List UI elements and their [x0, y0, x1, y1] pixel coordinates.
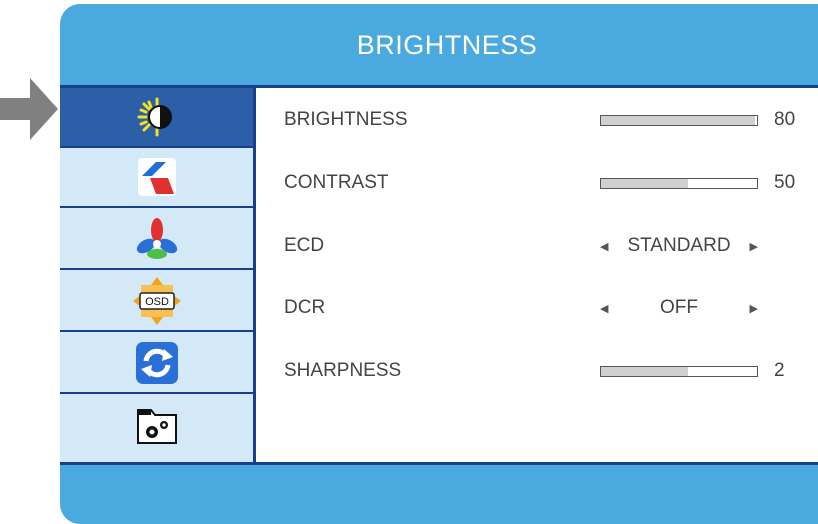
image-icon — [137, 158, 176, 196]
setting-label: DCR — [284, 297, 326, 318]
setting-value: 50 — [774, 172, 796, 193]
sidebar: OSD — [60, 88, 256, 462]
sidebar-item-osd[interactable]: OSD — [60, 272, 253, 332]
setting-label: SHARPNESS — [284, 360, 402, 381]
color-icon — [136, 218, 177, 259]
arrow-left-icon[interactable]: ◀ — [600, 302, 608, 315]
ecd-selector[interactable]: ◀ STANDARD ▶ — [600, 233, 758, 259]
selector-value: OFF — [660, 297, 698, 318]
setting-row-brightness: BRIGHTNESS 80 — [256, 100, 818, 140]
osd-icon: OSD — [132, 277, 181, 325]
osd-header: BRIGHTNESS — [60, 4, 818, 86]
brightness-icon — [137, 97, 172, 137]
sidebar-item-reset[interactable] — [60, 334, 253, 394]
setting-row-dcr: DCR ◀ OFF ▶ — [256, 288, 818, 328]
dcr-selector[interactable]: ◀ OFF ▶ — [600, 295, 758, 321]
osd-body: OSD BRIGHTNESS 80 CONTRAST 50 ECD ◀ STAN… — [60, 85, 818, 465]
setting-label: CONTRAST — [284, 172, 389, 193]
setting-row-contrast: CONTRAST 50 — [256, 163, 818, 203]
sidebar-item-image[interactable] — [60, 148, 253, 208]
arrow-right-icon[interactable]: ▶ — [750, 302, 758, 315]
sharpness-slider[interactable] — [600, 365, 758, 377]
setting-label: ECD — [284, 235, 325, 256]
page-title: BRIGHTNESS — [356, 29, 538, 60]
selection-pointer-icon — [0, 78, 58, 140]
setting-label: BRIGHTNESS — [284, 109, 408, 130]
slider-fill — [601, 178, 689, 188]
osd-menu: BRIGHTNESS OSD BRIGHTNESS 80 CONTRAST 50… — [60, 4, 818, 524]
setting-row-ecd: ECD ◀ STANDARD ▶ — [256, 226, 818, 266]
sidebar-item-color[interactable] — [60, 210, 253, 270]
reset-icon — [135, 342, 178, 384]
contrast-slider[interactable] — [600, 177, 758, 189]
osd-icon-label: OSD — [145, 296, 169, 308]
arrow-left-icon[interactable]: ◀ — [600, 240, 608, 253]
sidebar-item-brightness[interactable] — [60, 88, 253, 148]
settings-folder-icon — [136, 409, 177, 444]
setting-value: 80 — [774, 109, 796, 130]
selector-value: STANDARD — [627, 235, 731, 256]
slider-fill — [601, 366, 689, 376]
arrow-right-icon[interactable]: ▶ — [750, 240, 758, 253]
brightness-slider[interactable] — [600, 114, 758, 126]
slider-fill — [601, 115, 756, 125]
sidebar-item-settings[interactable] — [60, 396, 253, 456]
settings-panel: BRIGHTNESS 80 CONTRAST 50 ECD ◀ STANDARD… — [256, 88, 818, 462]
setting-value: 2 — [774, 360, 785, 381]
setting-row-sharpness: SHARPNESS 2 — [256, 351, 818, 391]
